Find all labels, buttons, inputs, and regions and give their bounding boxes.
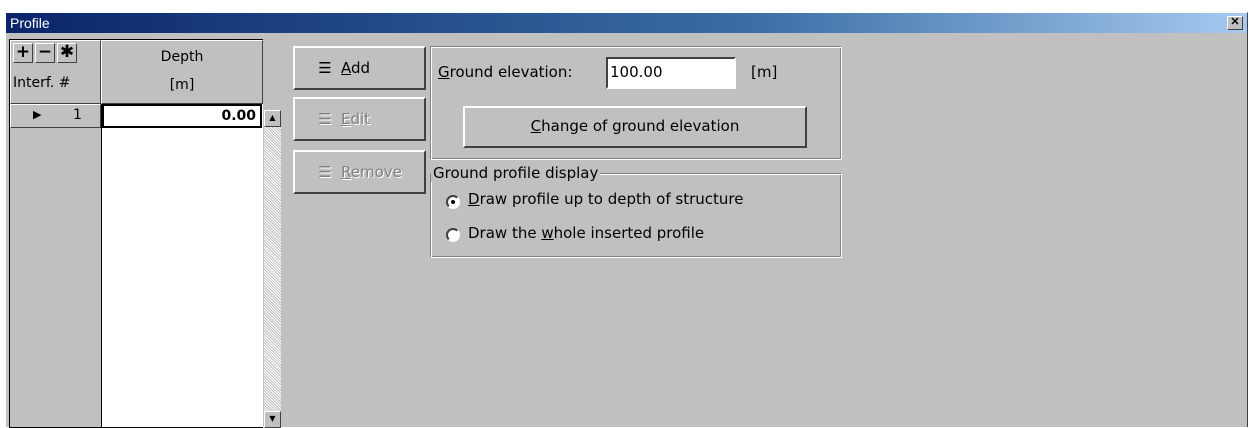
- add-list-icon: ☰: [318, 59, 332, 77]
- edit-list-icon: ☰: [318, 110, 332, 128]
- corner-header: + − ✱ Interf. #: [10, 40, 101, 104]
- edit-button-label: Edit: [341, 110, 371, 128]
- add-button-label: Add: [341, 59, 371, 77]
- arrow-up-icon: ▲: [269, 113, 276, 122]
- add-button[interactable]: ☰ Add: [293, 46, 426, 90]
- plus-icon: +: [15, 42, 31, 62]
- minus-icon: −: [37, 42, 53, 62]
- scroll-down-button[interactable]: ▼: [264, 411, 281, 428]
- close-button[interactable]: ✕: [1227, 16, 1243, 30]
- current-row-icon: ▶: [33, 108, 42, 121]
- interface-number-header: Interf. #: [13, 75, 71, 91]
- remove-row-button[interactable]: −: [35, 43, 55, 63]
- ground-elevation-panel: Ground elevation: 100.00 [m] Change of g…: [430, 46, 842, 160]
- profile-window: Profile ✕ + − ✱ Interf. # Depth [m] ▶ 1: [5, 12, 1248, 428]
- title-bar: Profile ✕: [6, 13, 1247, 33]
- radio-draw-whole-profile-label[interactable]: Draw the whole inserted profile: [468, 224, 704, 242]
- remove-list-icon: ☰: [318, 163, 332, 181]
- depth-header-label: Depth: [160, 49, 204, 65]
- table-scrollbar[interactable]: ▲ ▼: [264, 110, 281, 428]
- ground-elevation-input[interactable]: 100.00: [606, 57, 736, 89]
- close-icon: ✕: [1230, 16, 1240, 28]
- row-header-1[interactable]: ▶ 1: [10, 104, 101, 128]
- change-ground-elevation-button[interactable]: Change of ground elevation: [463, 106, 807, 148]
- ground-profile-display-group: Ground profile display Draw profile up t…: [430, 164, 842, 258]
- remove-button[interactable]: ☰ Remove: [293, 150, 426, 194]
- insert-row-button[interactable]: ✱: [57, 43, 77, 63]
- radio-draw-whole-profile[interactable]: [446, 228, 460, 242]
- profile-table: + − ✱ Interf. # Depth [m] ▶ 1 0.00: [9, 39, 263, 428]
- edit-button[interactable]: ☰ Edit: [293, 97, 426, 141]
- depth-cell[interactable]: 0.00: [102, 104, 262, 128]
- radio-draw-to-depth[interactable]: [446, 195, 460, 209]
- scroll-up-button[interactable]: ▲: [264, 110, 281, 127]
- asterisk-icon: ✱: [59, 42, 75, 62]
- arrow-down-icon: ▼: [269, 414, 276, 423]
- remove-button-label: Remove: [341, 163, 402, 181]
- ground-elevation-unit: [m]: [751, 63, 778, 81]
- window-title: Profile: [10, 15, 50, 31]
- group-legend: Ground profile display: [431, 164, 601, 182]
- depth-header-unit: [m]: [169, 77, 195, 93]
- add-row-button[interactable]: +: [13, 43, 33, 63]
- radio-draw-to-depth-label[interactable]: Draw profile up to depth of structure: [468, 190, 743, 208]
- row-number: 1: [73, 107, 82, 123]
- depth-header[interactable]: Depth [m]: [101, 40, 263, 104]
- ground-elevation-label: Ground elevation:: [438, 63, 573, 81]
